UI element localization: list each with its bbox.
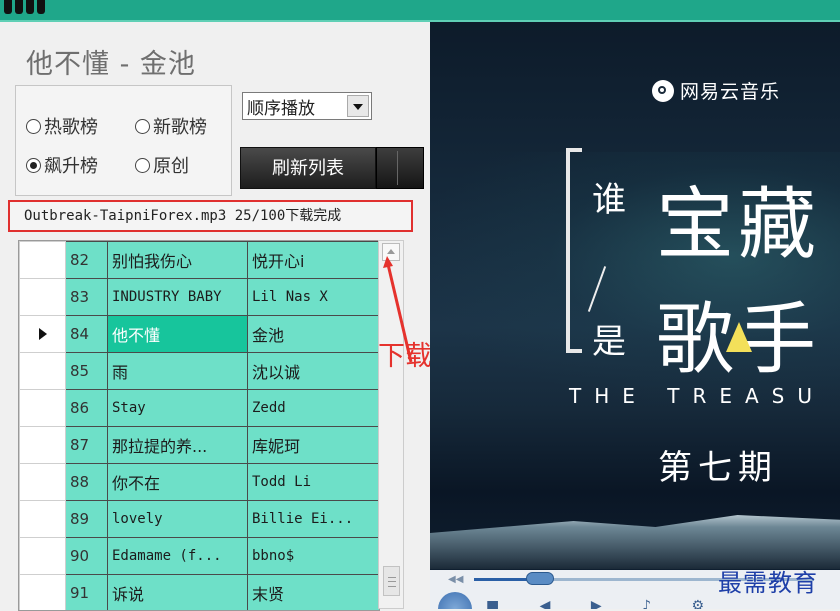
- row-number: 89: [66, 501, 108, 538]
- row-artist: Todd Li: [248, 464, 380, 501]
- row-selector: [20, 390, 66, 427]
- current-row-pointer-icon: [39, 328, 47, 340]
- netease-music-icon: [652, 80, 674, 102]
- vertical-char-1: 谁: [592, 172, 626, 221]
- app-icon: [4, 0, 62, 15]
- row-song: 你不在: [108, 464, 248, 501]
- radio-circle-icon: [135, 119, 150, 134]
- control-icons[interactable]: ■ ◀ ▶ ♪ ⚙: [486, 598, 722, 609]
- row-number: 84: [66, 316, 108, 353]
- playlist-table: 82别怕我伤心悦开心i83INDUSTRY BABYLil Nas X84他不懂…: [19, 241, 380, 611]
- playlist-row[interactable]: 86StayZedd: [20, 390, 380, 427]
- playlist-scrollbar[interactable]: [378, 240, 404, 609]
- row-selector: [20, 242, 66, 279]
- row-song: 他不懂: [108, 316, 248, 353]
- row-selector: [20, 316, 66, 353]
- row-artist: bbno$: [248, 538, 380, 575]
- title-bar: [0, 0, 840, 22]
- row-selector: [20, 538, 66, 575]
- radio-label: 热歌榜: [44, 113, 98, 139]
- brand-logo: 网易云音乐: [652, 77, 780, 104]
- show-subtitle: THE TREASU: [569, 384, 825, 408]
- row-artist: 末贤: [248, 575, 380, 611]
- row-number: 83: [66, 279, 108, 316]
- playlist-row[interactable]: 87那拉提的养...库妮珂: [20, 427, 380, 464]
- episode-label: 第七期: [658, 440, 778, 489]
- dark-button[interactable]: [376, 147, 424, 189]
- playlist-row[interactable]: 82别怕我伤心悦开心i: [20, 242, 380, 279]
- row-selector: [20, 427, 66, 464]
- row-selector: [20, 279, 66, 316]
- row-selector: [20, 501, 66, 538]
- control-panel: 他不懂 - 金池 热歌榜 新歌榜 飙升榜 原创 顺序播放 刷新列表 Outbre…: [0, 22, 428, 609]
- radio-rising-chart[interactable]: 飙升榜: [26, 152, 98, 178]
- row-song: 诉说: [108, 575, 248, 611]
- ice-landscape: [430, 509, 840, 569]
- row-song: 雨: [108, 353, 248, 390]
- seek-thumb[interactable]: [526, 572, 554, 585]
- row-song: INDUSTRY BABY: [108, 279, 248, 316]
- row-song: 别怕我伤心: [108, 242, 248, 279]
- row-artist: 悦开心i: [248, 242, 380, 279]
- scroll-up-icon[interactable]: [382, 243, 400, 261]
- rewind-icon[interactable]: ◀◀: [448, 574, 463, 585]
- chart-option-group: 热歌榜 新歌榜 飙升榜 原创: [15, 85, 232, 196]
- row-artist: Lil Nas X: [248, 279, 380, 316]
- row-number: 90: [66, 538, 108, 575]
- watermark: 最需教育: [718, 563, 818, 598]
- radio-original-chart[interactable]: 原创: [135, 152, 189, 178]
- chevron-down-icon[interactable]: [347, 95, 369, 117]
- row-artist: 沈以诚: [248, 353, 380, 390]
- playlist-row[interactable]: 83INDUSTRY BABYLil Nas X: [20, 279, 380, 316]
- play-mode-value: 顺序播放: [247, 99, 315, 119]
- playlist-row[interactable]: 91诉说末贤: [20, 575, 380, 611]
- radio-new-chart[interactable]: 新歌榜: [135, 113, 207, 139]
- headline-line-1: 宝藏: [656, 162, 820, 274]
- play-button[interactable]: [438, 592, 472, 609]
- row-selector: [20, 575, 66, 611]
- row-number: 91: [66, 575, 108, 611]
- row-artist: 库妮珂: [248, 427, 380, 464]
- scroll-thumb[interactable]: [383, 566, 400, 596]
- playlist-row[interactable]: 84他不懂金池: [20, 316, 380, 353]
- play-mode-select[interactable]: 顺序播放: [242, 92, 372, 120]
- triangle-logo-icon: [726, 322, 752, 352]
- row-song: Edamame (f...: [108, 538, 248, 575]
- row-number: 88: [66, 464, 108, 501]
- now-playing-title: 他不懂 - 金池: [26, 42, 196, 81]
- row-artist: 金池: [248, 316, 380, 353]
- row-number: 87: [66, 427, 108, 464]
- refresh-list-button[interactable]: 刷新列表: [240, 147, 376, 189]
- row-number: 85: [66, 353, 108, 390]
- vertical-char-2: 是: [592, 314, 626, 363]
- row-song: lovely: [108, 501, 248, 538]
- row-artist: Billie Ei...: [248, 501, 380, 538]
- radio-label: 新歌榜: [153, 113, 207, 139]
- playlist-row[interactable]: 89lovelyBillie Ei...: [20, 501, 380, 538]
- video-player[interactable]: 网易云音乐 谁 是 宝藏 歌手 THE TREASU 第七期 ◀◀ ■ ◀ ▶ …: [430, 22, 840, 609]
- radio-circle-icon: [26, 119, 41, 134]
- radio-label: 飙升榜: [44, 152, 98, 178]
- playlist-row[interactable]: 85雨沈以诚: [20, 353, 380, 390]
- radio-circle-selected-icon: [26, 158, 41, 173]
- bracket-decoration: [566, 148, 582, 353]
- radio-hot-chart[interactable]: 热歌榜: [26, 113, 98, 139]
- radio-circle-icon: [135, 158, 150, 173]
- row-number: 82: [66, 242, 108, 279]
- brand-name: 网易云音乐: [680, 77, 780, 104]
- row-song: Stay: [108, 390, 248, 427]
- row-artist: Zedd: [248, 390, 380, 427]
- playlist-grid[interactable]: 82别怕我伤心悦开心i83INDUSTRY BABYLil Nas X84他不懂…: [18, 240, 380, 611]
- download-status: Outbreak-TaipniForex.mp3 25/100下载完成: [8, 200, 413, 232]
- row-number: 86: [66, 390, 108, 427]
- row-selector: [20, 353, 66, 390]
- radio-label: 原创: [153, 152, 189, 178]
- row-song: 那拉提的养...: [108, 427, 248, 464]
- playlist-row[interactable]: 90Edamame (f...bbno$: [20, 538, 380, 575]
- row-selector: [20, 464, 66, 501]
- playlist-row[interactable]: 88你不在Todd Li: [20, 464, 380, 501]
